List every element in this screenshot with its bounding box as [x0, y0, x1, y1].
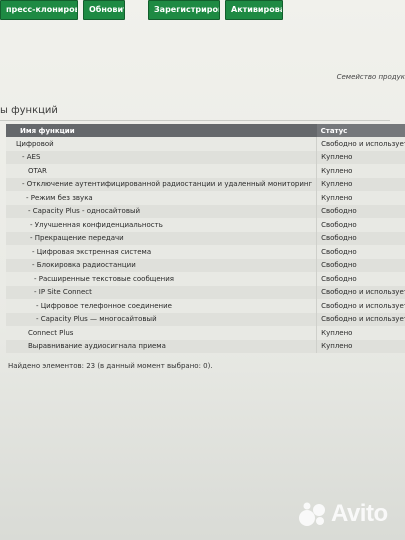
feature-name: Connect Plus — [6, 326, 318, 340]
register-button[interactable]: Зарегистрировать — [148, 0, 220, 20]
feature-status: Куплено — [316, 177, 405, 191]
feature-name: OTAR — [6, 164, 318, 178]
feature-name: - Режим без звука — [6, 191, 318, 205]
feature-name: - Отключение аутентифицированной радиост… — [6, 177, 318, 191]
table-row[interactable]: - Capacity Plus — многосайтовый Свободно … — [6, 312, 405, 326]
table-row[interactable]: OTAR Куплено — [6, 164, 405, 178]
feature-status: Куплено — [316, 164, 405, 178]
table-row[interactable]: - Блокировка радиостанции Свободно — [6, 258, 405, 272]
feature-status: Свободно — [316, 272, 405, 286]
table-row[interactable]: - Расширенные текстовые сообщения Свободн… — [6, 272, 405, 286]
features-table: Имя функции Статус Цифровой Свободно и ис… — [6, 124, 405, 353]
table-row[interactable]: - AES Куплено — [6, 150, 405, 164]
table-row[interactable]: - Цифровая экстренная система Свободно — [6, 245, 405, 259]
feature-status: Свободно — [316, 231, 405, 245]
feature-status: Куплено — [316, 326, 405, 340]
table-row[interactable]: Connect Plus Куплено — [6, 326, 405, 340]
divider — [0, 120, 390, 121]
table-row[interactable]: Выравнивание аудиосигнала приема Куплено — [6, 339, 405, 353]
toolbar: пресс-клонирование Обновить Зарегистриро… — [0, 0, 405, 24]
feature-status: Куплено — [316, 191, 405, 205]
watermark-text: Avito — [331, 500, 388, 527]
table-row[interactable]: ЦифровойСвободно и используется — [6, 137, 405, 151]
table-row[interactable]: - Режим без звука Куплено — [6, 191, 405, 205]
feature-status: Свободно — [316, 258, 405, 272]
product-family-tagline: Семейство продук — [336, 73, 405, 81]
table-header-row: Имя функции Статус — [6, 124, 405, 137]
activate-button[interactable]: Активировать — [225, 0, 283, 20]
feature-name: - Capacity Plus — многосайтовый — [6, 312, 318, 326]
express-clone-button[interactable]: пресс-клонирование — [0, 0, 78, 20]
table-row[interactable]: - Прекращение передачи Свободно — [6, 231, 405, 245]
feature-status: Свободно — [316, 218, 405, 232]
feature-status: Свободно и используется — [316, 137, 405, 151]
table-row[interactable]: - IP Site ConnectСвободно и используется — [6, 285, 405, 299]
feature-name: Выравнивание аудиосигнала приема — [6, 339, 318, 353]
feature-name: - Блокировка радиостанции — [6, 258, 318, 272]
refresh-button[interactable]: Обновить — [83, 0, 125, 20]
watermark: Avito — [298, 500, 388, 528]
app-screen: пресс-клонирование Обновить Зарегистриро… — [0, 0, 405, 540]
feature-name: - Цифровое телефонное соединение — [6, 299, 318, 313]
items-found-status: Найдено элементов: 23 (в данный момент в… — [8, 362, 213, 370]
avito-logo-icon — [298, 501, 328, 527]
table-row[interactable]: - Capacity Plus - односайтовый Свободно — [6, 204, 405, 218]
feature-name: - AES — [6, 150, 318, 164]
column-header-name[interactable]: Имя функции — [6, 124, 317, 137]
feature-name: - IP Site Connect — [6, 285, 318, 299]
feature-status: Свободно — [316, 245, 405, 259]
feature-name: - Цифровая экстренная система — [6, 245, 318, 259]
feature-status: Свободно и используется — [316, 299, 405, 313]
feature-name: - Расширенные текстовые сообщения — [6, 272, 318, 286]
feature-name: - Прекращение передачи — [6, 231, 318, 245]
feature-status: Куплено — [316, 150, 405, 164]
table-row[interactable]: - Отключение аутентифицированной радиост… — [6, 177, 405, 191]
table-row[interactable]: - Цифровое телефонное соединение Свободно… — [6, 299, 405, 313]
feature-name: - Capacity Plus - односайтовый — [6, 204, 318, 218]
feature-status: Свободно — [316, 204, 405, 218]
section-title: ы функций — [0, 105, 58, 116]
feature-name: - Улучшенная конфиденциальность — [6, 218, 318, 232]
feature-name: Цифровой — [6, 137, 318, 151]
feature-status: Свободно и используется — [316, 285, 405, 299]
feature-status: Свободно и используется — [316, 312, 405, 326]
column-header-status[interactable]: Статус — [316, 124, 405, 137]
table-row[interactable]: - Улучшенная конфиденциальность Свободно — [6, 218, 405, 232]
feature-status: Куплено — [316, 339, 405, 353]
